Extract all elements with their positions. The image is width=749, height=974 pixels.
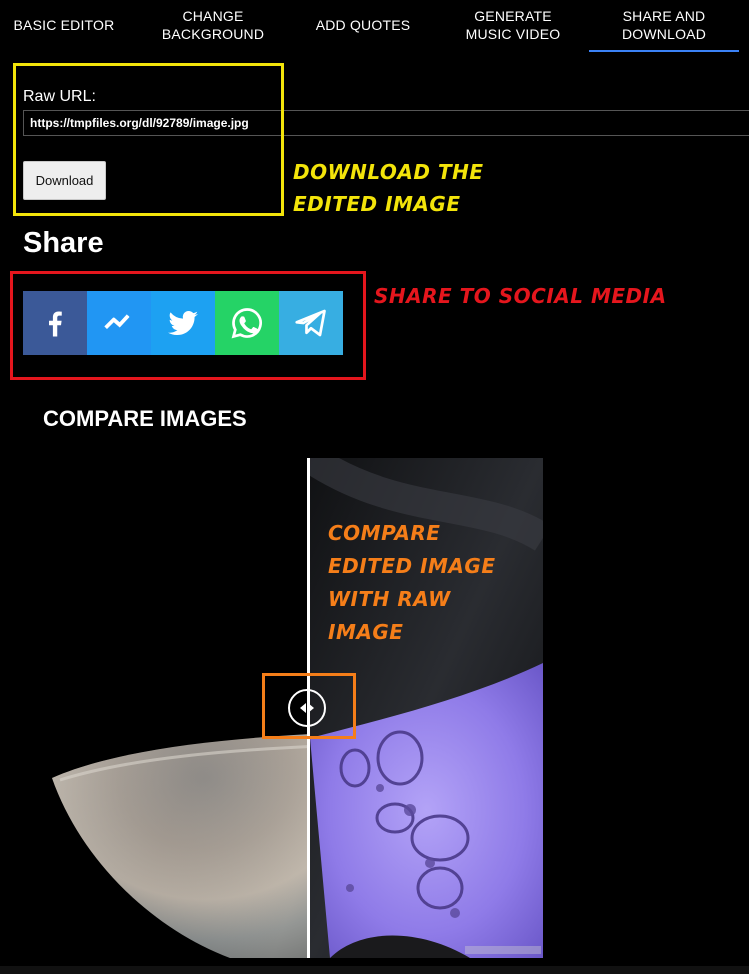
tab-share-and-download-label: SHARE AND DOWNLOAD — [621, 8, 707, 42]
share-annotation-box — [10, 271, 366, 380]
compare-annotation: COMPARE EDITED IMAGE WITH RAW IMAGE — [328, 521, 496, 644]
page-bottom-edge — [0, 966, 749, 974]
share-annotation: SHARE TO SOCIAL MEDIA — [374, 284, 667, 308]
download-annotation: DOWNLOAD THE EDITED IMAGE — [293, 160, 484, 216]
compare-title: COMPARE IMAGES — [43, 406, 247, 431]
download-annotation-box — [13, 63, 284, 216]
tab-basic-editor[interactable]: BASIC EDITOR — [0, 0, 128, 50]
tab-generate-music-video-label: GENERATE MUSIC VIDEO — [465, 8, 561, 42]
tab-add-quotes[interactable]: ADD QUOTES — [300, 0, 426, 50]
tab-bar: BASIC EDITOR CHANGE BACKGROUND ADD QUOTE… — [0, 0, 749, 52]
tab-generate-music-video[interactable]: GENERATE MUSIC VIDEO — [450, 0, 576, 50]
tab-share-and-download[interactable]: SHARE AND DOWNLOAD — [589, 0, 739, 52]
share-title: Share — [23, 227, 104, 259]
tab-change-background[interactable]: CHANGE BACKGROUND — [150, 0, 276, 50]
tab-change-background-label: CHANGE BACKGROUND — [161, 8, 265, 42]
raw-image — [52, 734, 307, 958]
compare-annotation-box — [262, 673, 356, 739]
